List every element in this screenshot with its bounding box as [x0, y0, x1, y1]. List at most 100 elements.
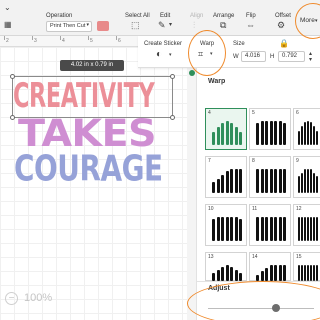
warp-shape-bar — [269, 169, 273, 193]
warp-preset-10[interactable]: 10 — [205, 204, 247, 246]
warp-shape-bar — [316, 265, 318, 281]
arrange-label: Arrange — [213, 13, 235, 19]
warp-preset-7[interactable]: 7 — [205, 156, 247, 198]
align-label: Align — [190, 13, 204, 19]
zoom-out-button[interactable]: − — [5, 292, 18, 305]
ruler-tick — [60, 36, 61, 40]
text-line-creativity[interactable]: CREATIVITY — [13, 77, 155, 116]
warp-preset-4[interactable]: 4 — [205, 108, 247, 150]
warp-shape-bar — [256, 123, 259, 145]
warp-shape-bar — [307, 121, 309, 145]
warp-shape-bar — [239, 219, 242, 241]
warp-shape-bar — [310, 217, 312, 241]
operation-select[interactable]: Print Then Cut ▾ — [46, 21, 92, 32]
warp-shape-bar — [221, 266, 224, 281]
warp-shape-bar — [221, 175, 224, 193]
warp-preset-12[interactable]: 12 — [293, 204, 320, 246]
warp-preset-number: 5 — [252, 110, 255, 116]
warp-shape-bar — [239, 131, 242, 145]
warp-shape-bar — [274, 121, 277, 145]
warp-shape-bar — [256, 217, 259, 241]
warp-shape-bar — [298, 265, 300, 281]
height-input[interactable]: 0.792 — [278, 51, 305, 62]
warp-shape-icon — [256, 217, 286, 241]
warp-shape-bar — [212, 273, 215, 281]
warp-preset-number: 14 — [252, 254, 258, 260]
warp-shape-bar — [225, 171, 229, 193]
offset-icon[interactable]: ⚙ — [277, 21, 285, 30]
chevron-down-icon[interactable]: ⌄ — [4, 4, 11, 12]
chevron-down-icon[interactable]: ▾ — [169, 53, 172, 58]
ruler-label: 3 — [34, 38, 37, 44]
warp-preset-14[interactable]: 14 — [249, 252, 291, 281]
sticker-icon[interactable]: ◐ — [156, 50, 162, 60]
grid-icon[interactable]: ▦ — [4, 21, 12, 29]
object-options-bar: Create Sticker ◐ ▾ Warp ⌗ ▾ Size W 4.016… — [138, 36, 320, 68]
warp-shape-bar — [278, 169, 282, 193]
resize-handle[interactable] — [170, 74, 175, 79]
color-swatch[interactable] — [97, 21, 109, 31]
warp-preset-9[interactable]: 9 — [293, 156, 320, 198]
width-input[interactable]: 4.016 — [241, 51, 266, 62]
warp-shape-bar — [260, 271, 264, 281]
ruler-label: 4 — [62, 38, 65, 44]
pencil-icon[interactable]: ✎ — [158, 21, 166, 30]
warp-preset-13[interactable]: 13 — [205, 252, 247, 281]
warp-preset-8[interactable]: 8 — [249, 156, 291, 198]
ruler-label: 2 — [6, 38, 9, 44]
warp-shape-bar — [301, 172, 303, 193]
warp-preset-number: 15 — [296, 254, 302, 260]
size-label: Size — [233, 41, 245, 47]
warp-preset-number: 10 — [208, 206, 214, 212]
warp-shape-bar — [283, 265, 286, 281]
warp-preset-11[interactable]: 11 — [249, 204, 291, 246]
warp-shape-bar — [234, 217, 238, 241]
ruler-label: 6 — [118, 38, 121, 44]
warp-preset-number: 9 — [296, 158, 299, 164]
warp-shape-bar — [278, 217, 282, 241]
top-toolbar: ⌄ ▦ Operation Print Then Cut ▾ Select Al… — [0, 0, 320, 36]
warp-preset-number: 6 — [296, 110, 299, 116]
warp-shape-bar — [269, 121, 273, 145]
warp-preset-15[interactable]: 15 — [293, 252, 320, 281]
edit-label: Edit — [160, 13, 171, 19]
warp-shape-bar — [225, 217, 229, 241]
text-line-courage[interactable]: COURAGE — [14, 148, 163, 190]
warp-shape-bar — [301, 125, 303, 145]
flip-icon[interactable]: ⇔ — [246, 21, 255, 30]
warp-preset-number: 11 — [252, 206, 258, 212]
chevron-down-icon[interactable]: ▾ — [169, 22, 172, 28]
offset-label: Offset — [275, 13, 291, 19]
warp-shape-bar — [234, 127, 238, 145]
warp-shape-icon — [256, 121, 286, 145]
lock-icon[interactable]: 🔒 — [279, 40, 289, 48]
stepper-icon[interactable]: ▴ ▾ — [309, 51, 312, 63]
warp-shape-bar — [316, 217, 318, 241]
warp-preset-5[interactable]: 5 — [249, 108, 291, 150]
warp-shape-bar — [274, 217, 277, 241]
warp-shape-bar — [221, 123, 224, 145]
resize-handle[interactable] — [170, 115, 175, 120]
warp-shape-bar — [316, 176, 318, 193]
warp-shape-bar — [225, 265, 229, 281]
warp-shape-bar — [298, 176, 300, 193]
warp-shape-bar — [304, 169, 306, 193]
warp-shape-bar — [304, 122, 306, 145]
warp-shape-bar — [265, 169, 268, 193]
chevron-down-icon: ▾ — [86, 22, 89, 28]
warp-preset-number: 8 — [252, 158, 255, 164]
warp-shape-bar — [278, 121, 282, 145]
align-icon[interactable]: ⫶ — [193, 21, 195, 30]
size-tooltip: 4.02 in x 0.79 in — [60, 60, 124, 71]
warp-preset-6[interactable]: 6 — [293, 108, 320, 150]
warp-shape-bar — [269, 217, 273, 241]
warp-shape-bar — [265, 217, 268, 241]
arrange-icon[interactable]: ⧉ — [220, 21, 226, 30]
warp-shape-bar — [212, 131, 215, 145]
ruler-tick — [32, 36, 33, 40]
warp-shape-bar — [283, 123, 286, 145]
warp-shape-bar — [283, 169, 286, 193]
select-all-icon[interactable]: ⬚ — [131, 21, 140, 30]
warp-shape-icon — [212, 169, 242, 193]
warp-shape-bar — [301, 217, 303, 241]
